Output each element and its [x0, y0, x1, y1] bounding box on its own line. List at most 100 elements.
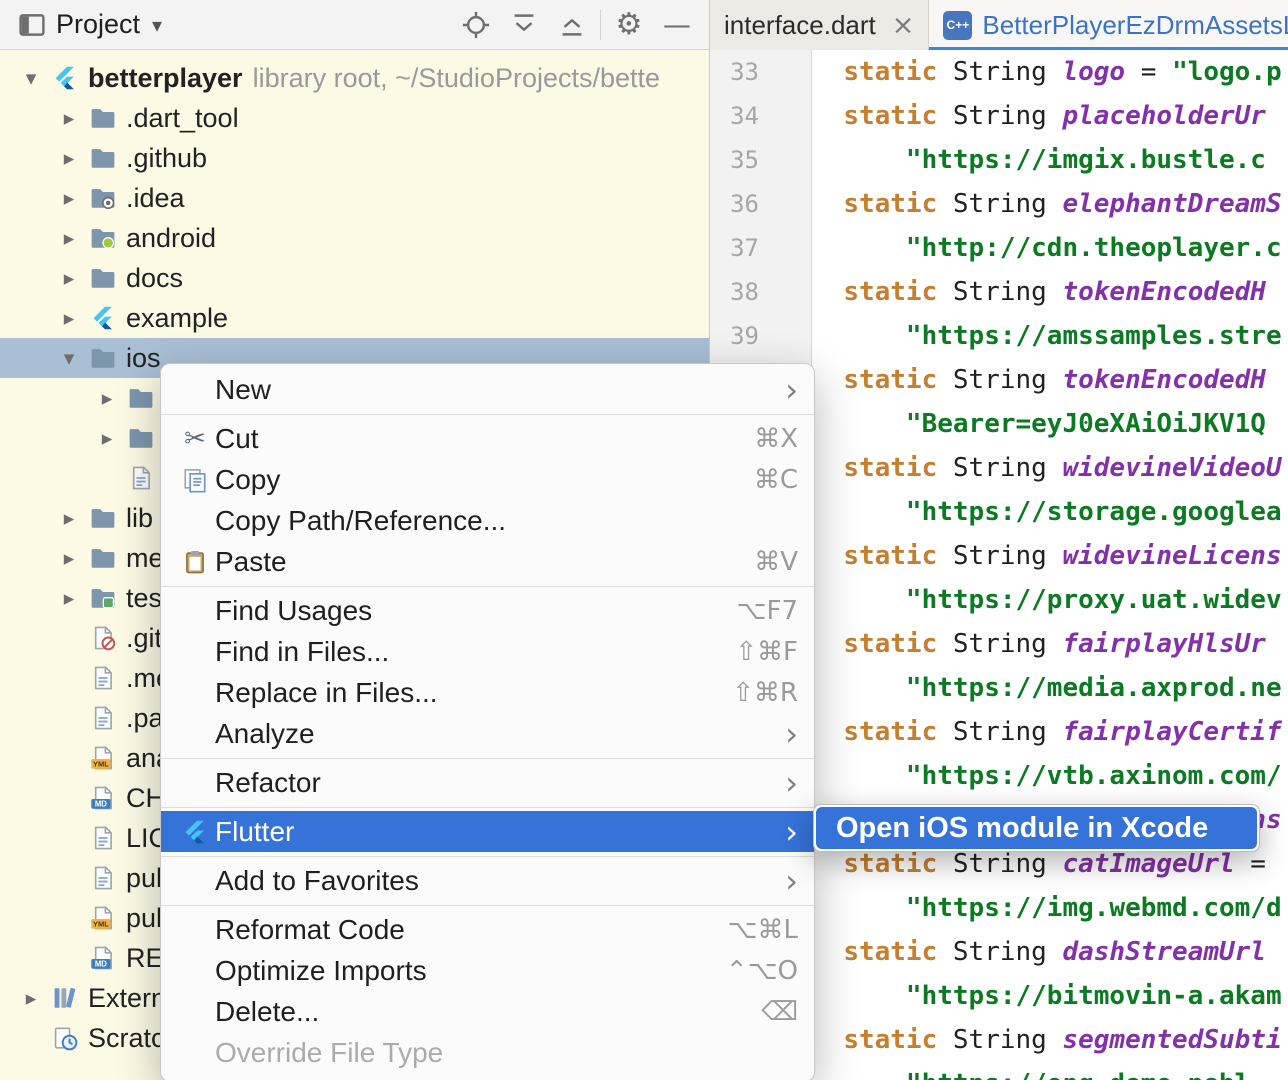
yml-icon: YML	[86, 905, 120, 931]
chevron-collapsed-icon[interactable]: ▸	[52, 306, 86, 330]
menu-item-shortcut: ⌘X	[754, 424, 798, 454]
menu-item-paste[interactable]: Paste⌘V	[161, 541, 814, 582]
tree-item-label: docs	[126, 263, 183, 294]
chevron-expanded-icon[interactable]: ▾	[52, 346, 86, 370]
locate-file-icon[interactable]	[452, 3, 500, 47]
code-line: "https://img.webmd.com/d	[812, 886, 1288, 930]
menu-item-replace-in-files[interactable]: Replace in Files...⇧⌘R	[161, 672, 814, 713]
context-menu: New › ✂Cut⌘XCopy⌘C Copy Path/Reference... Pa…	[160, 363, 815, 1080]
tree-row-betterplayer[interactable]: ▾betterplayerlibrary root, ~/StudioProje…	[0, 58, 709, 98]
code-line: static String dashStreamUrl	[812, 930, 1288, 974]
editor-tab-bar: interface.dart × C++ BetterPlayerEzDrmAs…	[710, 0, 1288, 51]
tab-betterplayer-ezdrm-assets-loader[interactable]: C++ BetterPlayerEzDrmAssetsLoaderD	[929, 0, 1288, 50]
chevron-expanded-icon[interactable]: ▾	[14, 66, 48, 90]
svg-text:YML: YML	[93, 920, 109, 929]
line-number: 33	[710, 50, 811, 94]
folder-icon	[86, 265, 120, 291]
file-icon	[86, 665, 120, 691]
menu-item-copy[interactable]: Copy⌘C	[161, 459, 814, 500]
menu-item-override-file-type: Override File Type	[161, 1032, 814, 1073]
tree-item-label: .git	[126, 623, 162, 654]
menu-item-label: Find in Files...	[215, 636, 389, 668]
menu-item-new[interactable]: New ›	[161, 369, 814, 410]
tree-row-docs[interactable]: ▸ docs	[0, 258, 709, 298]
chevron-collapsed-icon[interactable]: ▸	[52, 546, 86, 570]
menu-item-copy-path-reference[interactable]: Copy Path/Reference...	[161, 500, 814, 541]
menu-item-delete[interactable]: Delete...⌫	[161, 991, 814, 1032]
chevron-collapsed-icon[interactable]: ▸	[52, 586, 86, 610]
flutter-icon	[48, 65, 82, 91]
menu-item-label: Flutter	[215, 816, 294, 848]
libraries-icon	[48, 985, 82, 1011]
menu-item-label: Replace in Files...	[215, 677, 438, 709]
folder-icon	[86, 105, 120, 131]
tree-item-label: betterplayer	[88, 63, 243, 94]
chevron-collapsed-icon[interactable]: ▸	[52, 106, 86, 130]
menu-item-optimize-imports[interactable]: Optimize Imports⌃⌥O	[161, 950, 814, 991]
tree-row-dart-tool[interactable]: ▸ .dart_tool	[0, 98, 709, 138]
menu-item-label: Delete...	[215, 996, 319, 1028]
code-line: static String elephantDreamS	[812, 182, 1288, 226]
tree-row-idea[interactable]: ▸.idea	[0, 178, 709, 218]
code-line: "https://imgix.bustle.c	[812, 138, 1288, 182]
menu-item-find-usages[interactable]: Find Usages ⌥F7	[161, 590, 814, 631]
menu-item-label: Find Usages	[215, 595, 372, 627]
tab-label: interface.dart	[724, 10, 876, 41]
code-line: "http://cdn.theoplayer.c	[812, 226, 1288, 270]
tab-label: BetterPlayerEzDrmAssetsLoaderD	[982, 10, 1288, 41]
yml-icon: YML	[86, 745, 120, 771]
hide-panel-icon[interactable]: —	[653, 3, 701, 47]
tab-interface-dart[interactable]: interface.dart ×	[710, 0, 929, 50]
tree-item-label: example	[126, 303, 228, 334]
chevron-collapsed-icon[interactable]: ▸	[90, 386, 124, 410]
menu-item-flutter[interactable]: Flutter›	[161, 811, 814, 852]
project-view-selector[interactable]: Project ▾	[52, 9, 162, 40]
menu-item-find-in-files[interactable]: Find in Files...⇧⌘F	[161, 631, 814, 672]
close-icon[interactable]: ×	[892, 10, 915, 41]
settings-gear-icon[interactable]: ⚙	[605, 3, 653, 47]
chevron-collapsed-icon[interactable]: ▸	[90, 426, 124, 450]
menu-item-label: New	[215, 374, 271, 406]
menu-item-open-ios-module-in-xcode[interactable]: Open iOS module in Xcode	[816, 807, 1257, 849]
md-icon: MD	[86, 785, 120, 811]
expand-all-icon[interactable]	[500, 3, 548, 47]
line-number: 37	[710, 226, 811, 270]
submenu-arrow-icon: ›	[785, 374, 798, 406]
tree-item-label: Extern	[88, 983, 166, 1014]
chevron-collapsed-icon[interactable]: ▸	[52, 146, 86, 170]
folder-icon	[124, 425, 158, 451]
tree-item-label: .dart_tool	[126, 103, 239, 134]
collapse-all-icon[interactable]	[548, 3, 596, 47]
code-line: static String placeholderUr	[812, 94, 1288, 138]
ide-window: Project ▾ ⚙ — ▾betterplayerlibrary root,…	[0, 0, 1288, 1080]
tree-row-github[interactable]: ▸.github	[0, 138, 709, 178]
menu-item-label: Copy	[215, 464, 280, 496]
copy-icon	[175, 467, 215, 493]
menu-item-reformat-code[interactable]: Reformat Code⌥⌘L	[161, 909, 814, 950]
submenu-arrow-icon: ›	[785, 767, 798, 799]
chevron-collapsed-icon[interactable]: ▸	[52, 186, 86, 210]
code-line: "Bearer=eyJ0eXAiOiJKV1Q	[812, 402, 1288, 446]
file-icon	[86, 825, 120, 851]
menu-item-refactor[interactable]: Refactor›	[161, 762, 814, 803]
menu-separator	[161, 414, 814, 415]
code-line: static String logo = "logo.p	[812, 50, 1288, 94]
chevron-collapsed-icon[interactable]: ▸	[52, 226, 86, 250]
toolbar-divider	[600, 10, 601, 40]
menu-item-analyze[interactable]: Analyze›	[161, 713, 814, 754]
chevron-collapsed-icon[interactable]: ▸	[14, 986, 48, 1010]
tree-item-label: ios	[126, 343, 161, 374]
folder-test-icon	[86, 585, 120, 611]
editor-content[interactable]: static String logo = "logo.p static Stri…	[812, 50, 1288, 1080]
menu-item-label: Copy Path/Reference...	[215, 505, 506, 537]
menu-item-label: Reformat Code	[215, 914, 405, 946]
menu-item-add-to-favorites[interactable]: Add to Favorites›	[161, 860, 814, 901]
tree-row-android[interactable]: ▸android	[0, 218, 709, 258]
menu-item-cut[interactable]: ✂Cut⌘X	[161, 418, 814, 459]
chevron-collapsed-icon[interactable]: ▸	[52, 266, 86, 290]
menu-item-shortcut: ⌥F7	[737, 596, 798, 626]
file-icon	[124, 465, 158, 491]
tree-row-example[interactable]: ▸ example	[0, 298, 709, 338]
tree-item-label: Scratc	[88, 1023, 165, 1054]
chevron-collapsed-icon[interactable]: ▸	[52, 506, 86, 530]
